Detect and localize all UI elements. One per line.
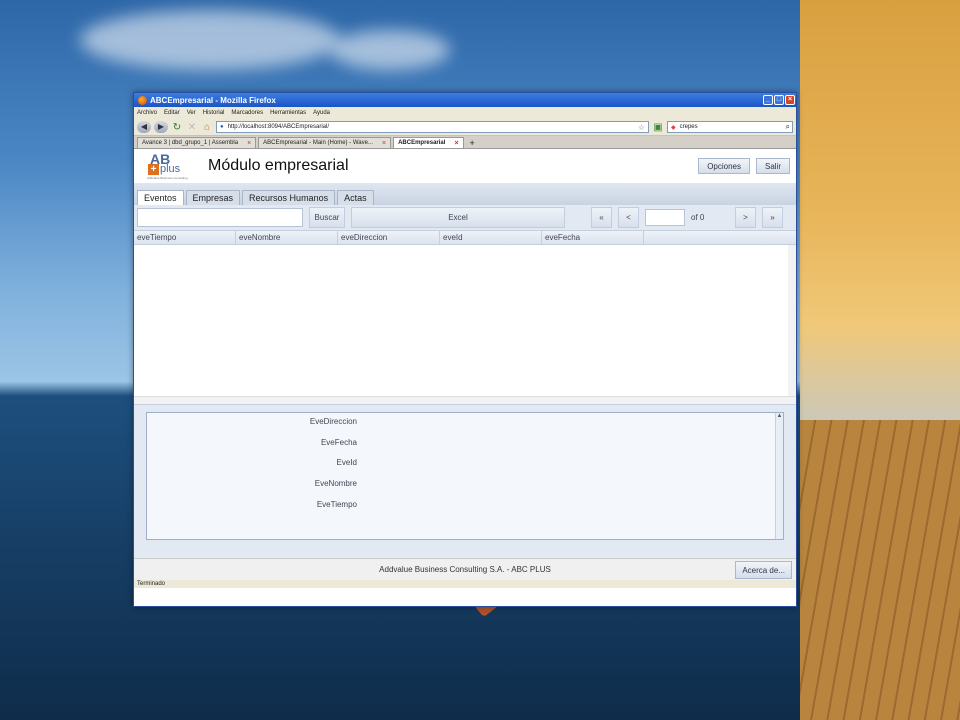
stop-icon[interactable]: ✕ xyxy=(186,122,198,133)
app-footer: Addvalue Business Consulting S.A. - ABC … xyxy=(134,558,796,580)
next-page-button[interactable]: > xyxy=(735,207,756,228)
logo-plus-sign: + xyxy=(148,164,159,175)
options-button[interactable]: Opciones xyxy=(698,158,750,174)
browser-tab-label: ABCEmpresarial - Main (Home) - Wave... xyxy=(263,140,373,146)
home-icon[interactable]: ⌂ xyxy=(201,122,213,133)
browser-tab[interactable]: ABCEmpresarial - Main (Home) - Wave... × xyxy=(258,137,392,148)
new-tab-button[interactable]: + xyxy=(466,137,479,148)
logo-plus-text: plus xyxy=(160,163,181,175)
exit-button[interactable]: Salir xyxy=(755,158,790,174)
addon-icon[interactable]: ▣ xyxy=(652,122,664,133)
close-tab-icon[interactable]: × xyxy=(382,140,386,147)
grid-vertical-scrollbar[interactable] xyxy=(788,245,796,396)
search-value: crepes xyxy=(679,124,698,130)
excel-button[interactable]: Excel xyxy=(351,207,565,228)
close-tab-icon[interactable]: × xyxy=(247,140,251,147)
tab-recursos-humanos[interactable]: Recursos Humanos xyxy=(242,190,336,205)
tab-actas[interactable]: Actas xyxy=(337,190,374,205)
column-header-evefecha[interactable]: eveFecha xyxy=(542,231,644,244)
field-label-eveid: EveId xyxy=(336,458,357,467)
reload-icon[interactable]: ↻ xyxy=(171,122,183,133)
events-grid: eveTiempo eveNombre eveDireccion eveId e… xyxy=(134,231,796,405)
browser-tab[interactable]: Avance 3 | dbd_grupo_1 | Assembla × xyxy=(137,137,257,148)
browser-tab-label: ABCEmpresarial xyxy=(398,140,446,146)
last-page-button[interactable]: » xyxy=(762,207,783,228)
menu-ver[interactable]: Ver xyxy=(187,110,196,116)
search-bar[interactable]: ◆ crepes ⌕ xyxy=(667,121,793,133)
search-engine-icon[interactable]: ◆ xyxy=(671,124,676,131)
grid-horizontal-scrollbar[interactable] xyxy=(134,396,796,404)
column-header-evetiempo[interactable]: eveTiempo xyxy=(134,231,236,244)
cloud xyxy=(330,30,450,70)
detail-form: EveDireccion EveFecha EveId EveNombre Ev… xyxy=(146,412,784,540)
bookmark-star-icon[interactable]: ☆ xyxy=(638,123,645,132)
close-tab-icon[interactable]: × xyxy=(454,140,458,147)
field-label-evenombre: EveNombre xyxy=(314,479,357,488)
page-count: of 0 xyxy=(691,213,705,222)
plus-icon: + xyxy=(469,137,475,148)
navigation-bar: ◀ ▶ ↻ ✕ ⌂ ● http://localhost:8094/ABCEmp… xyxy=(134,119,796,136)
menu-archivo[interactable]: Archivo xyxy=(137,110,157,116)
url-bar[interactable]: ● http://localhost:8094/ABCEmpresarial/ … xyxy=(216,121,649,133)
browser-tab-active[interactable]: ABCEmpresarial × xyxy=(393,137,464,148)
browser-tab-label: Avance 3 | dbd_grupo_1 | Assembla xyxy=(142,140,239,146)
prev-page-button[interactable]: < xyxy=(618,207,639,228)
url-text: http://localhost:8094/ABCEmpresarial/ xyxy=(227,124,330,130)
detail-area: EveDireccion EveFecha EveId EveNombre Ev… xyxy=(134,405,796,558)
tab-eventos[interactable]: Eventos xyxy=(137,190,184,205)
field-label-evedireccion: EveDireccion xyxy=(309,417,357,426)
about-button[interactable]: Acerca de... xyxy=(735,561,792,579)
column-header-evenombre[interactable]: eveNombre xyxy=(236,231,338,244)
abc-plus-logo: AB + plus Addvalue Business Consulting xyxy=(140,151,188,181)
browser-window: ABCEmpresarial - Mozilla Firefox _ □ × A… xyxy=(133,92,797,607)
page-title: Módulo empresarial xyxy=(208,157,349,174)
menu-editar[interactable]: Editar xyxy=(164,110,180,116)
detail-scrollbar[interactable]: ▲ xyxy=(775,413,783,539)
menu-historial[interactable]: Historial xyxy=(203,110,225,116)
forward-icon[interactable]: ▶ xyxy=(154,121,168,133)
logo-tagline: Addvalue Business Consulting xyxy=(147,176,188,180)
tab-empresas[interactable]: Empresas xyxy=(185,190,241,205)
app-header: AB + plus Addvalue Business Consulting M… xyxy=(134,149,796,183)
grid-toolbar: Buscar Excel « < of 0 > » xyxy=(134,205,796,231)
back-icon[interactable]: ◀ xyxy=(137,121,151,133)
grid-header: eveTiempo eveNombre eveDireccion eveId e… xyxy=(134,231,796,245)
search-input[interactable] xyxy=(137,208,303,227)
search-icon[interactable]: ⌕ xyxy=(786,122,790,132)
window-title: ABCEmpresarial - Mozilla Firefox xyxy=(150,95,276,105)
menu-bar: Archivo Editar Ver Historial Marcadores … xyxy=(134,107,796,119)
column-header-evedireccion[interactable]: eveDireccion xyxy=(338,231,440,244)
first-page-button[interactable]: « xyxy=(591,207,612,228)
close-button[interactable]: × xyxy=(785,95,795,105)
search-button[interactable]: Buscar xyxy=(309,207,345,228)
app-content: AB + plus Addvalue Business Consulting M… xyxy=(134,149,796,580)
minimize-button[interactable]: _ xyxy=(763,95,773,105)
footer-text: Addvalue Business Consulting S.A. - ABC … xyxy=(379,565,551,574)
field-label-evefecha: EveFecha xyxy=(320,438,357,447)
field-label-evetiempo: EveTiempo xyxy=(316,500,357,509)
ship-deck xyxy=(800,420,960,720)
column-header-eveid[interactable]: eveId xyxy=(440,231,542,244)
page-number-input[interactable] xyxy=(645,209,685,226)
maximize-button[interactable]: □ xyxy=(774,95,784,105)
menu-ayuda[interactable]: Ayuda xyxy=(313,110,330,116)
firefox-icon xyxy=(138,95,147,105)
window-titlebar[interactable]: ABCEmpresarial - Mozilla Firefox _ □ × xyxy=(134,93,796,107)
module-tabs: Eventos Empresas Recursos Humanos Actas xyxy=(134,183,796,205)
browser-tab-strip: Avance 3 | dbd_grupo_1 | Assembla × ABCE… xyxy=(134,136,796,149)
menu-marcadores[interactable]: Marcadores xyxy=(231,110,263,116)
menu-herramientas[interactable]: Herramientas xyxy=(270,110,306,116)
cloud xyxy=(80,10,340,70)
page-icon: ● xyxy=(220,124,224,130)
